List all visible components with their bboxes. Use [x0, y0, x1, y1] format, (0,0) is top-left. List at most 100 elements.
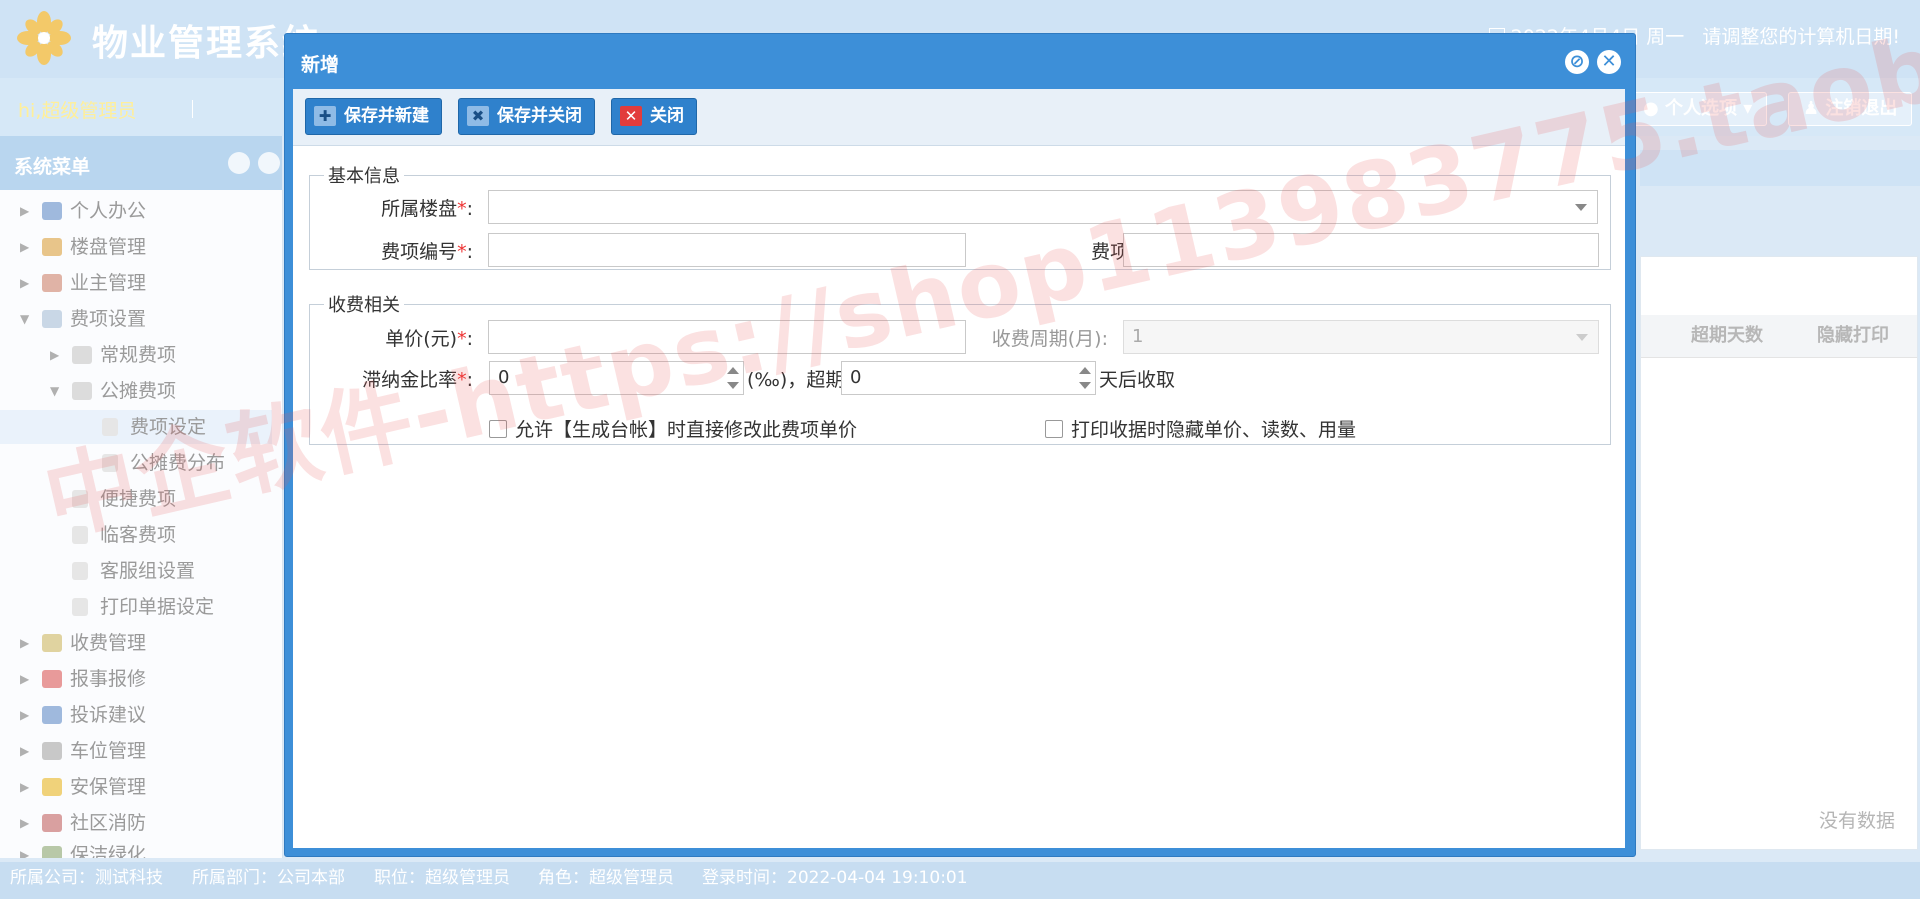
file-icon: [72, 526, 88, 544]
sidebar-item-guest-fees[interactable]: 临客费项: [0, 518, 272, 552]
hide-print-label[interactable]: 打印收据时隐藏单价、读数、用量: [1071, 415, 1356, 442]
sidebar-item-owners[interactable]: ▶ 业主管理: [0, 266, 272, 300]
user-icon: ●: [1643, 98, 1659, 119]
sidebar-item-service-groups[interactable]: 客服组设置: [0, 554, 272, 588]
save-close-icon: ✖: [467, 106, 489, 126]
sidebar-item-print-settings[interactable]: 打印单据设定: [0, 590, 272, 624]
dialog-toolbar: ✚ 保存并新建 ✖ 保存并关闭 ✕ 关闭: [293, 89, 1625, 146]
chevron-right-icon: ▶: [20, 276, 30, 290]
empty-message: 没有数据: [1818, 810, 1895, 832]
sidebar-item-buildings[interactable]: ▶ 楼盘管理: [0, 230, 272, 264]
shield-icon: [42, 778, 62, 796]
status-company: 所属公司：测试科技: [10, 868, 163, 888]
data-grid: 超期天数 隐藏打印 没有数据: [1640, 256, 1918, 850]
chevron-right-icon: ▶: [20, 816, 30, 830]
sidebar-item-billing[interactable]: ▶ 收费管理: [0, 626, 272, 660]
sidebar-item-label: 楼盘管理: [70, 236, 147, 258]
add-fee-dialog: 新增 ⊘ ✕ ✚ 保存并新建 ✖ 保存并关闭 ✕ 关闭 基本信息 所属楼盘*:: [284, 33, 1636, 857]
required-mark: *: [457, 328, 467, 350]
sidebar-item-label: 客服组设置: [100, 560, 196, 582]
folder-open-icon: [72, 382, 92, 400]
collapse-icon[interactable]: [228, 152, 250, 174]
colon: :: [466, 241, 473, 263]
logout-button[interactable]: ♟ 注销退出: [1788, 92, 1913, 126]
car-icon: [42, 742, 62, 760]
allow-edit-price-label[interactable]: 允许【生成台帐】时直接修改此费项单价: [515, 415, 857, 442]
required-mark: *: [457, 198, 467, 220]
close-icon: ✕: [620, 106, 642, 126]
sidebar-menu: ▶ 个人办公 ▶ 楼盘管理 ▶ 业主管理 ▼ 费项设置 ▶ 常规费项 ▼ 公摊费…: [0, 190, 283, 858]
chevron-down-icon: [1575, 204, 1587, 211]
allow-edit-price-checkbox[interactable]: [489, 420, 507, 438]
logout-icon: ♟: [1803, 98, 1820, 119]
chevron-down-icon: ▼: [20, 312, 30, 326]
gear-icon[interactable]: [258, 152, 280, 174]
close-button[interactable]: ✕ 关闭: [611, 98, 697, 135]
sidebar-item-cleaning[interactable]: ▶ 保洁绿化: [0, 838, 272, 858]
sidebar-item-label: 费项设置: [70, 308, 147, 330]
sidebar-item-label: 业主管理: [70, 272, 147, 294]
column-header[interactable]: 隐藏打印: [1817, 315, 1889, 357]
maximize-button[interactable]: ⊘: [1565, 50, 1589, 74]
sidebar-item-fee-definition[interactable]: 费项设定: [0, 410, 272, 444]
colon: :: [466, 328, 473, 350]
chevron-down-icon: ▾: [1743, 98, 1753, 119]
dialog-titlebar[interactable]: 新增 ⊘ ✕: [285, 34, 1635, 89]
chevron-right-icon: ▶: [20, 204, 30, 218]
sidebar-item-fire-safety[interactable]: ▶ 社区消防: [0, 806, 272, 840]
sidebar-item-security[interactable]: ▶ 安保管理: [0, 770, 272, 804]
sidebar-item-label: 个人办公: [70, 200, 147, 222]
money-icon: [42, 634, 62, 652]
sidebar-item-repairs[interactable]: ▶ 报事报修: [0, 662, 272, 696]
user-greeting: hi,超级管理员: [18, 100, 137, 122]
late-fee-spinner[interactable]: 0: [489, 361, 744, 395]
property-label: 所属楼盘*:: [333, 194, 473, 221]
house-icon: [42, 238, 62, 256]
chevron-right-icon: ▶: [20, 848, 30, 858]
fee-code-input[interactable]: [488, 233, 966, 267]
label-text: 所属楼盘: [381, 198, 458, 220]
chevron-right-icon: ▶: [20, 780, 30, 794]
required-mark: *: [457, 369, 467, 391]
sidebar-item-complaints[interactable]: ▶ 投诉建议: [0, 698, 272, 732]
close-icon[interactable]: ✕: [1597, 50, 1621, 74]
charge-info-legend: 收费相关: [328, 295, 400, 316]
personal-options-button[interactable]: ● 个人选项 ▾: [1628, 92, 1768, 126]
charge-cycle-value: 1: [1132, 326, 1144, 347]
file-icon: [102, 454, 118, 472]
overdue-days-spinner[interactable]: 0: [841, 361, 1096, 395]
spinner-arrows-icon[interactable]: [1079, 365, 1091, 391]
status-position: 职位：超级管理员: [374, 868, 510, 888]
sidebar-item-label: 常规费项: [100, 344, 177, 366]
dialog-body: ✚ 保存并新建 ✖ 保存并关闭 ✕ 关闭 基本信息 所属楼盘*: 费项编号*:: [293, 89, 1625, 848]
sidebar-item-label: 便捷费项: [100, 488, 177, 510]
tab-bar: [1640, 150, 1920, 186]
hide-print-checkbox[interactable]: [1045, 420, 1063, 438]
late-fee-value: 0: [498, 367, 510, 388]
overdue-days-value: 0: [850, 367, 862, 388]
unit-price-input[interactable]: [488, 320, 966, 354]
spinner-arrows-icon[interactable]: [727, 365, 739, 391]
sidebar-item-shared-fee-distribution[interactable]: 公摊费分布: [0, 446, 272, 480]
save-and-close-button[interactable]: ✖ 保存并关闭: [458, 98, 595, 135]
column-header[interactable]: 超期天数: [1691, 315, 1763, 357]
sidebar-item-label: 保洁绿化: [70, 844, 147, 858]
sidebar-item-parking[interactable]: ▶ 车位管理: [0, 734, 272, 768]
sidebar-item-regular-fees[interactable]: ▶ 常规费项: [0, 338, 272, 372]
property-select[interactable]: [488, 190, 1598, 224]
close-label: 关闭: [650, 106, 684, 126]
colon: :: [466, 369, 473, 391]
save-and-close-label: 保存并关闭: [497, 106, 582, 126]
users-icon: [42, 274, 62, 292]
sidebar-item-shared-fees[interactable]: ▼ 公摊费项: [0, 374, 272, 408]
fee-name-input[interactable]: [1123, 233, 1599, 267]
sidebar-item-quick-fees[interactable]: 便捷费项: [0, 482, 272, 516]
save-and-new-button[interactable]: ✚ 保存并新建: [305, 98, 442, 135]
sidebar-item-fee-settings[interactable]: ▼ 费项设置: [0, 302, 272, 336]
label-text: 滞纳金比率: [362, 369, 458, 391]
broom-icon: [42, 846, 62, 858]
sidebar-item-personal-office[interactable]: ▶ 个人办公: [0, 194, 272, 228]
sidebar-header: 系统菜单: [0, 136, 282, 190]
divider: [192, 100, 193, 118]
chevron-right-icon: ▶: [50, 348, 60, 362]
